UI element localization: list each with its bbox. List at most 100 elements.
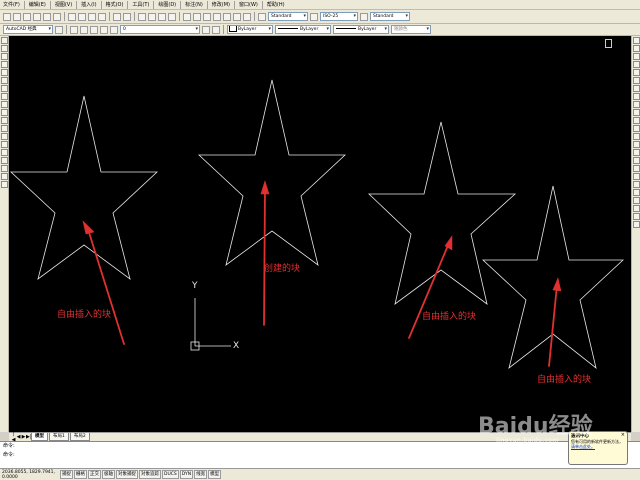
- make-current-layer-icon[interactable]: [202, 25, 210, 34]
- tab-layout1[interactable]: 布局1: [49, 433, 69, 441]
- properties-icon[interactable]: [183, 12, 191, 21]
- explode-icon[interactable]: [633, 165, 640, 172]
- offset-icon[interactable]: [633, 61, 640, 68]
- menu-help[interactable]: 帮助(H): [264, 0, 288, 10]
- print-icon[interactable]: [33, 12, 41, 21]
- break-at-point-icon[interactable]: [633, 125, 640, 132]
- extend-icon[interactable]: [633, 117, 640, 124]
- workspace-select[interactable]: AutoCAD 经典: [3, 25, 53, 34]
- new-file-icon[interactable]: [3, 12, 11, 21]
- tool-palettes-icon[interactable]: [203, 12, 211, 21]
- viewport-maximize-icon[interactable]: [605, 39, 612, 48]
- command-prompt[interactable]: 命令:: [0, 451, 640, 460]
- text-style-select[interactable]: Standard: [268, 12, 308, 21]
- balloon-close-icon[interactable]: ×: [621, 433, 625, 438]
- copy-icon[interactable]: [78, 12, 86, 21]
- menu-window[interactable]: 窗口(W): [236, 0, 261, 10]
- make-block-icon[interactable]: [1, 133, 8, 140]
- polar-toggle[interactable]: 极轴: [102, 470, 115, 479]
- spline-icon[interactable]: [1, 101, 8, 108]
- circle-icon[interactable]: [1, 85, 8, 92]
- menu-format[interactable]: 格式(O): [103, 0, 127, 10]
- revision-cloud-icon[interactable]: [1, 93, 8, 100]
- trim-icon[interactable]: [633, 109, 640, 116]
- zoom-previous-icon[interactable]: [168, 12, 176, 21]
- linetype-select[interactable]: ByLayer: [275, 25, 331, 34]
- move-icon[interactable]: [633, 77, 640, 84]
- osnap-toggle[interactable]: 对象捕捉: [116, 470, 138, 479]
- chamfer-icon[interactable]: [633, 149, 640, 156]
- copy-object-icon[interactable]: [633, 45, 640, 52]
- osnap-quadrant-icon[interactable]: [633, 205, 640, 212]
- calculator-icon[interactable]: [233, 12, 241, 21]
- osnap-endpoint-icon[interactable]: [633, 173, 640, 180]
- polygon-icon[interactable]: [1, 61, 8, 68]
- drawing-canvas[interactable]: Y X 自由插入的块 创建的块 自由插入的块 自由插入的块: [9, 36, 631, 432]
- zoom-window-icon[interactable]: [158, 12, 166, 21]
- menu-edit[interactable]: 编辑(E): [26, 0, 49, 10]
- osnap-intersection-icon[interactable]: [633, 189, 640, 196]
- print-preview-icon[interactable]: [43, 12, 51, 21]
- layer-color-icon[interactable]: [110, 25, 118, 34]
- snap-toggle[interactable]: 捕捉: [60, 470, 73, 479]
- scale-icon[interactable]: [633, 93, 640, 100]
- layer-on-icon[interactable]: [80, 25, 88, 34]
- menu-dimension[interactable]: 标注(N): [182, 0, 206, 10]
- open-file-icon[interactable]: [13, 12, 21, 21]
- layer-manager-icon[interactable]: [70, 25, 78, 34]
- hatch-icon[interactable]: [1, 149, 8, 156]
- osnap-perpendicular-icon[interactable]: [633, 221, 640, 228]
- grid-toggle[interactable]: 栅格: [74, 470, 87, 479]
- rectangle-icon[interactable]: [1, 69, 8, 76]
- multiline-text-icon[interactable]: [1, 181, 8, 188]
- line-icon[interactable]: [1, 37, 8, 44]
- menu-insert[interactable]: 插入(I): [78, 0, 99, 10]
- ellipse-icon[interactable]: [1, 109, 8, 116]
- stretch-icon[interactable]: [633, 101, 640, 108]
- break-icon[interactable]: [633, 133, 640, 140]
- coordinate-readout[interactable]: 2036.8055, 1829.7941, 0.0000: [2, 470, 60, 480]
- tab-layout2[interactable]: 布局2: [69, 433, 90, 441]
- rotate-icon[interactable]: [633, 85, 640, 92]
- layer-lock-icon[interactable]: [100, 25, 108, 34]
- fillet-icon[interactable]: [633, 157, 640, 164]
- point-icon[interactable]: [1, 141, 8, 148]
- zoom-realtime-icon[interactable]: [148, 12, 156, 21]
- command-window[interactable]: 命令: 命令:: [0, 441, 640, 468]
- osnap-midpoint-icon[interactable]: [633, 181, 640, 188]
- otrack-toggle[interactable]: 对象追踪: [139, 470, 161, 479]
- plotstyle-select[interactable]: 随颜色: [391, 25, 431, 34]
- insert-block-icon[interactable]: [1, 125, 8, 132]
- polyline-icon[interactable]: [1, 53, 8, 60]
- save-icon[interactable]: [23, 12, 31, 21]
- gradient-icon[interactable]: [1, 157, 8, 164]
- color-select[interactable]: ByLayer: [227, 25, 273, 34]
- layer-freeze-icon[interactable]: [90, 25, 98, 34]
- tab-model[interactable]: 模型: [31, 433, 48, 441]
- markup-icon[interactable]: [223, 12, 231, 21]
- undo-icon[interactable]: [113, 12, 121, 21]
- design-center-icon[interactable]: [193, 12, 201, 21]
- construction-line-icon[interactable]: [1, 45, 8, 52]
- layer-previous-icon[interactable]: [212, 25, 220, 34]
- osnap-center-icon[interactable]: [633, 197, 640, 204]
- ortho-toggle[interactable]: 正交: [88, 470, 101, 479]
- workspace-settings-icon[interactable]: [55, 25, 63, 34]
- lineweight-select[interactable]: ByLayer: [333, 25, 389, 34]
- menu-tools[interactable]: 工具(T): [129, 0, 152, 10]
- mirror-icon[interactable]: [633, 53, 640, 60]
- sheet-set-icon[interactable]: [213, 12, 221, 21]
- model-toggle[interactable]: 模型: [208, 470, 222, 479]
- array-icon[interactable]: [633, 69, 640, 76]
- cut-icon[interactable]: [68, 12, 76, 21]
- dyn-toggle[interactable]: DYN: [179, 470, 194, 479]
- layer-select[interactable]: 0: [120, 25, 200, 34]
- menu-file[interactable]: 文件(F): [0, 0, 23, 10]
- arc-icon[interactable]: [1, 77, 8, 84]
- balloon-link[interactable]: 请单击此处。: [571, 444, 625, 449]
- dim-style-select[interactable]: ISO-25: [320, 12, 358, 21]
- redo-icon[interactable]: [123, 12, 131, 21]
- menu-modify[interactable]: 修改(M): [209, 0, 233, 10]
- help-icon[interactable]: [243, 12, 251, 21]
- table-icon[interactable]: [1, 173, 8, 180]
